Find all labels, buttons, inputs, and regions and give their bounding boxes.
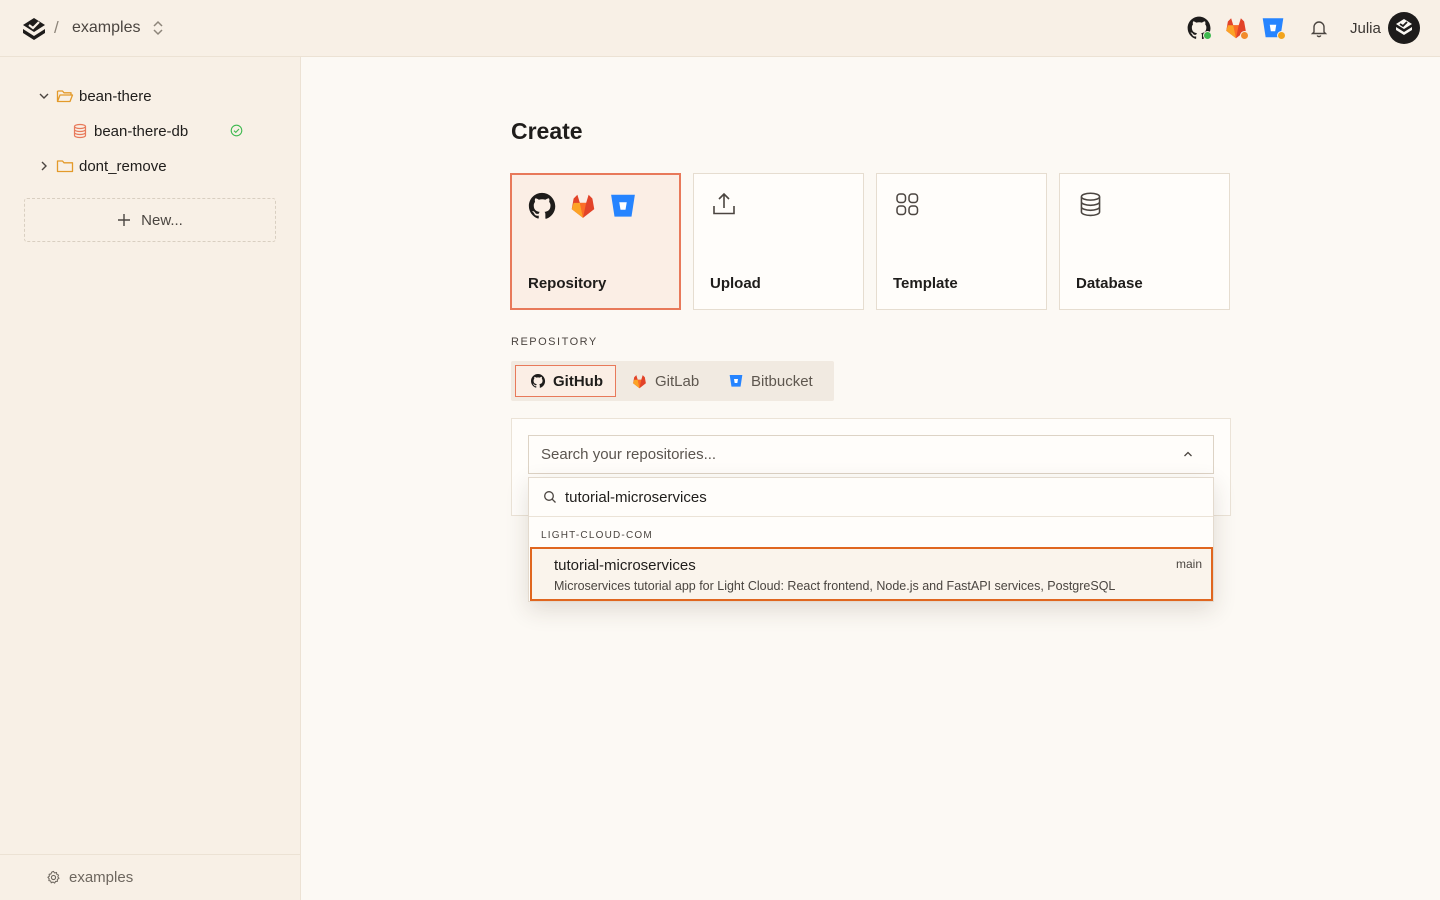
tree-item-dont-remove[interactable]: dont_remove [37,154,167,178]
project-settings[interactable]: examples [0,854,300,900]
search-icon [544,491,556,503]
list-item[interactable]: tutorial-microservices Microservices tut… [530,547,1213,601]
gitlab-icon [571,194,595,218]
card-label: Template [893,275,958,292]
database-icon [1080,192,1101,217]
tab-label: Bitbucket [751,372,813,390]
github-status-dot [1203,31,1212,40]
tab-github[interactable]: GitHub [515,365,616,397]
template-grid-icon [896,193,919,216]
github-icon [531,374,546,388]
section-label: REPOSITORY [511,336,598,348]
bitbucket-icon [611,194,635,217]
template-card[interactable]: Template [876,173,1047,310]
tree-item-label: bean-there-db [94,122,189,140]
app-logo-icon[interactable] [21,16,47,42]
sidebar: bean-there bean-there-db dont_remove New… [0,57,301,900]
status-ok-icon [230,124,243,137]
tab-gitlab[interactable]: GitLab [631,365,699,397]
upload-icon [713,192,735,215]
page-title: Create [511,118,583,144]
gitlab-status-dot [1240,31,1249,40]
card-label: Repository [528,275,607,292]
chevron-up-icon[interactable] [1183,450,1193,458]
database-icon [73,123,87,139]
tree-item-label: dont_remove [79,157,167,175]
branch-badge: main [1175,557,1202,571]
github-icon [528,192,556,219]
breadcrumb-separator: / [54,18,59,37]
tab-label: GitLab [655,372,700,390]
repository-search [529,478,1213,517]
bell-icon[interactable] [1308,17,1330,39]
project-settings-label: examples [69,869,134,886]
bitbucket-status-dot [1277,31,1286,40]
tab-bitbucket[interactable]: Bitbucket [728,365,813,397]
repository-name: tutorial-microservices [554,557,696,574]
avatar[interactable] [1388,12,1420,44]
top-bar: / examples Julia [0,0,1440,57]
tree-item-bean-there[interactable]: bean-there [37,84,152,108]
repository-select[interactable]: Search your repositories... [528,435,1214,474]
tab-label: GitHub [553,372,603,390]
new-button[interactable]: New... [24,198,276,242]
gitlab-icon [633,374,646,388]
bitbucket-icon [729,375,743,387]
project-switcher-icon[interactable] [151,19,165,37]
upload-card[interactable]: Upload [693,173,864,310]
repository-description: Microservices tutorial app for Light Clo… [554,579,1116,593]
group-label: LIGHT-CLOUD-COM [541,530,653,541]
chevron-right-icon[interactable] [37,159,51,173]
new-button-label: New... [141,211,183,229]
folder-open-icon [56,90,74,103]
repository-card[interactable]: Repository [510,173,681,310]
database-card[interactable]: Database [1059,173,1230,310]
breadcrumb-project[interactable]: examples [72,19,140,37]
card-label: Database [1076,275,1143,292]
folder-icon [56,160,74,173]
tree-item-label: bean-there [79,87,152,105]
plus-icon [118,214,131,226]
provider-tabs: GitHub GitLab Bitbucket [511,361,834,401]
card-label: Upload [710,275,761,292]
repository-dropdown: LIGHT-CLOUD-COM tutorial-microservices M… [528,477,1214,602]
repository-select-placeholder: Search your repositories... [541,446,717,463]
tree-item-bean-there-db[interactable]: bean-there-db [72,119,248,143]
chevron-down-icon[interactable] [37,89,51,103]
avatar-logo-icon [1396,19,1412,35]
user-name[interactable]: Julia [1350,20,1381,37]
repository-search-input[interactable] [565,488,1165,506]
gear-icon [47,870,60,884]
